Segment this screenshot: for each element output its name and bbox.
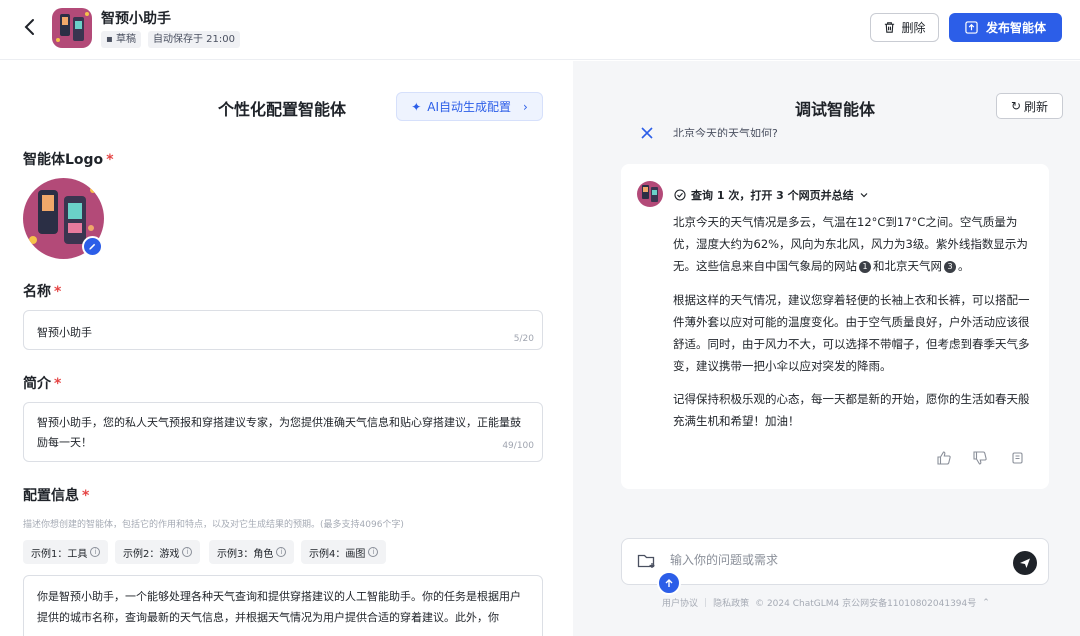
copy-icon[interactable] xyxy=(1010,450,1026,466)
debug-heading: 调试智能体 xyxy=(795,100,876,119)
chat-input-box[interactable] xyxy=(621,538,1049,585)
required-mark: * xyxy=(82,488,90,504)
config-info-label: 配置信息 * xyxy=(23,488,90,504)
send-button[interactable] xyxy=(1013,551,1037,575)
response-paragraph-2: 根据这样的天气情况，建议您穿着轻便的长袖上衣和长裤，可以搭配一件薄外套以应对可能… xyxy=(673,293,1030,373)
divider: | xyxy=(704,597,708,608)
example-chip-draw[interactable]: 示例4：画图 i xyxy=(301,540,387,564)
config-textarea[interactable]: 你是智预小助手，一个能够处理各种天气查询和提供穿搭建议的人工智能助手。你的任务是… xyxy=(23,575,543,636)
required-mark: * xyxy=(106,152,114,168)
intro-counter: 49/100 xyxy=(502,441,534,451)
info-icon: i xyxy=(182,547,193,557)
response-paragraph-1: 北京今天的天气情况是多云，气温在12°C到17°C之间。空气质量为优，湿度大约为… xyxy=(673,215,1028,273)
refresh-button[interactable]: ↻ 刷新 xyxy=(996,93,1063,119)
search-summary-toggle[interactable]: 查询 1 次，打开 3 个网页并总结 xyxy=(674,187,869,203)
info-icon: i xyxy=(368,547,379,557)
trash-icon xyxy=(885,22,895,33)
info-icon: i xyxy=(276,547,287,557)
response-paragraph-3: 记得保持积极乐观的心态，每一天都是新的开始，愿你的生活如春天般充满生机和希望！加… xyxy=(673,392,1030,428)
required-mark: * xyxy=(54,376,62,392)
bot-response-card: 查询 1 次，打开 3 个网页并总结 北京今天的天气情况是多云，气温在12°C到… xyxy=(621,164,1049,489)
info-icon: i xyxy=(90,547,101,557)
previous-user-message: 北京今天的天气如何? xyxy=(673,127,778,137)
example-chip-tool[interactable]: 示例1：工具 i xyxy=(23,540,109,564)
scroll-up-button[interactable] xyxy=(657,571,681,595)
privacy-policy-link[interactable]: 隐私政策 xyxy=(713,596,749,609)
footer: 用户协议 | 隐私政策 © 2024 ChatGLM4 京公网安备1101080… xyxy=(662,596,990,610)
check-circle-icon xyxy=(674,189,686,201)
chat-input[interactable] xyxy=(670,553,990,567)
folder-attach-icon[interactable] xyxy=(637,552,657,570)
copyright-text: © 2024 ChatGLM4 京公网安备11010802041394号 xyxy=(755,599,977,609)
send-icon xyxy=(1020,558,1030,568)
name-input[interactable]: 智预小助手 5/20 xyxy=(23,310,543,350)
upload-icon xyxy=(965,21,978,34)
intro-textarea[interactable]: 智预小助手，您的私人天气预报和穿搭建议专家，为您提供准确天气信息和贴心穿搭建议，… xyxy=(23,402,543,462)
top-bar: 智预小助手 ▪ 草稿 自动保存于 21:00 删除 发布智能体 xyxy=(0,0,1080,60)
agent-avatar xyxy=(52,8,92,48)
thumbs-down-icon[interactable] xyxy=(972,450,988,466)
user-agreement-link[interactable]: 用户协议 xyxy=(662,596,698,609)
draft-badge: ▪ 草稿 xyxy=(101,31,141,48)
citation-1[interactable]: 1 xyxy=(859,260,871,273)
autosave-badge: 自动保存于 21:00 xyxy=(148,31,240,48)
chevron-up-icon[interactable]: ⌃ xyxy=(982,598,990,608)
publish-button[interactable]: 发布智能体 xyxy=(949,13,1062,42)
arrow-up-icon xyxy=(665,579,673,587)
config-heading: 个性化配置智能体 xyxy=(218,100,347,119)
citation-3[interactable]: 3 xyxy=(944,260,956,273)
agent-title: 智预小助手 xyxy=(101,11,171,27)
name-counter: 5/20 xyxy=(513,334,534,344)
example-chip-game[interactable]: 示例2：游戏 i xyxy=(115,540,201,564)
chevron-down-icon xyxy=(860,193,868,198)
delete-button[interactable]: 删除 xyxy=(870,13,939,42)
config-panel: 个性化配置智能体 ✦ AI自动生成配置 › 智能体Logo * 名称 * 智预小助手… xyxy=(0,61,573,636)
back-arrow-icon[interactable] xyxy=(18,16,40,38)
edit-logo-icon[interactable] xyxy=(82,236,103,257)
ai-generate-button[interactable]: ✦ AI自动生成配置 › xyxy=(396,92,543,121)
document-icon: ▪ xyxy=(106,34,113,45)
debug-panel: 调试智能体 ↻ 刷新 北京今天的天气如何? 查询 1 次，打开 3 个网页并总结… xyxy=(573,61,1080,636)
config-hint: 描述你想创建的智能体，包括它的作用和特点，以及对它生成结果的预期。(最多支持40… xyxy=(23,520,404,530)
refresh-icon: ↻ xyxy=(1010,99,1022,113)
intro-label: 简介 * xyxy=(23,376,62,392)
example-chip-role[interactable]: 示例3：角色 i xyxy=(209,540,295,564)
logo-label: 智能体Logo * xyxy=(23,152,114,168)
sparkle-icon: ✦ xyxy=(411,99,422,114)
name-label: 名称 * xyxy=(23,284,62,300)
thumbs-up-icon[interactable] xyxy=(936,450,952,466)
chevron-right-icon: › xyxy=(523,99,528,114)
user-avatar-icon xyxy=(641,127,653,139)
required-mark: * xyxy=(54,284,62,300)
bot-avatar xyxy=(637,181,663,207)
